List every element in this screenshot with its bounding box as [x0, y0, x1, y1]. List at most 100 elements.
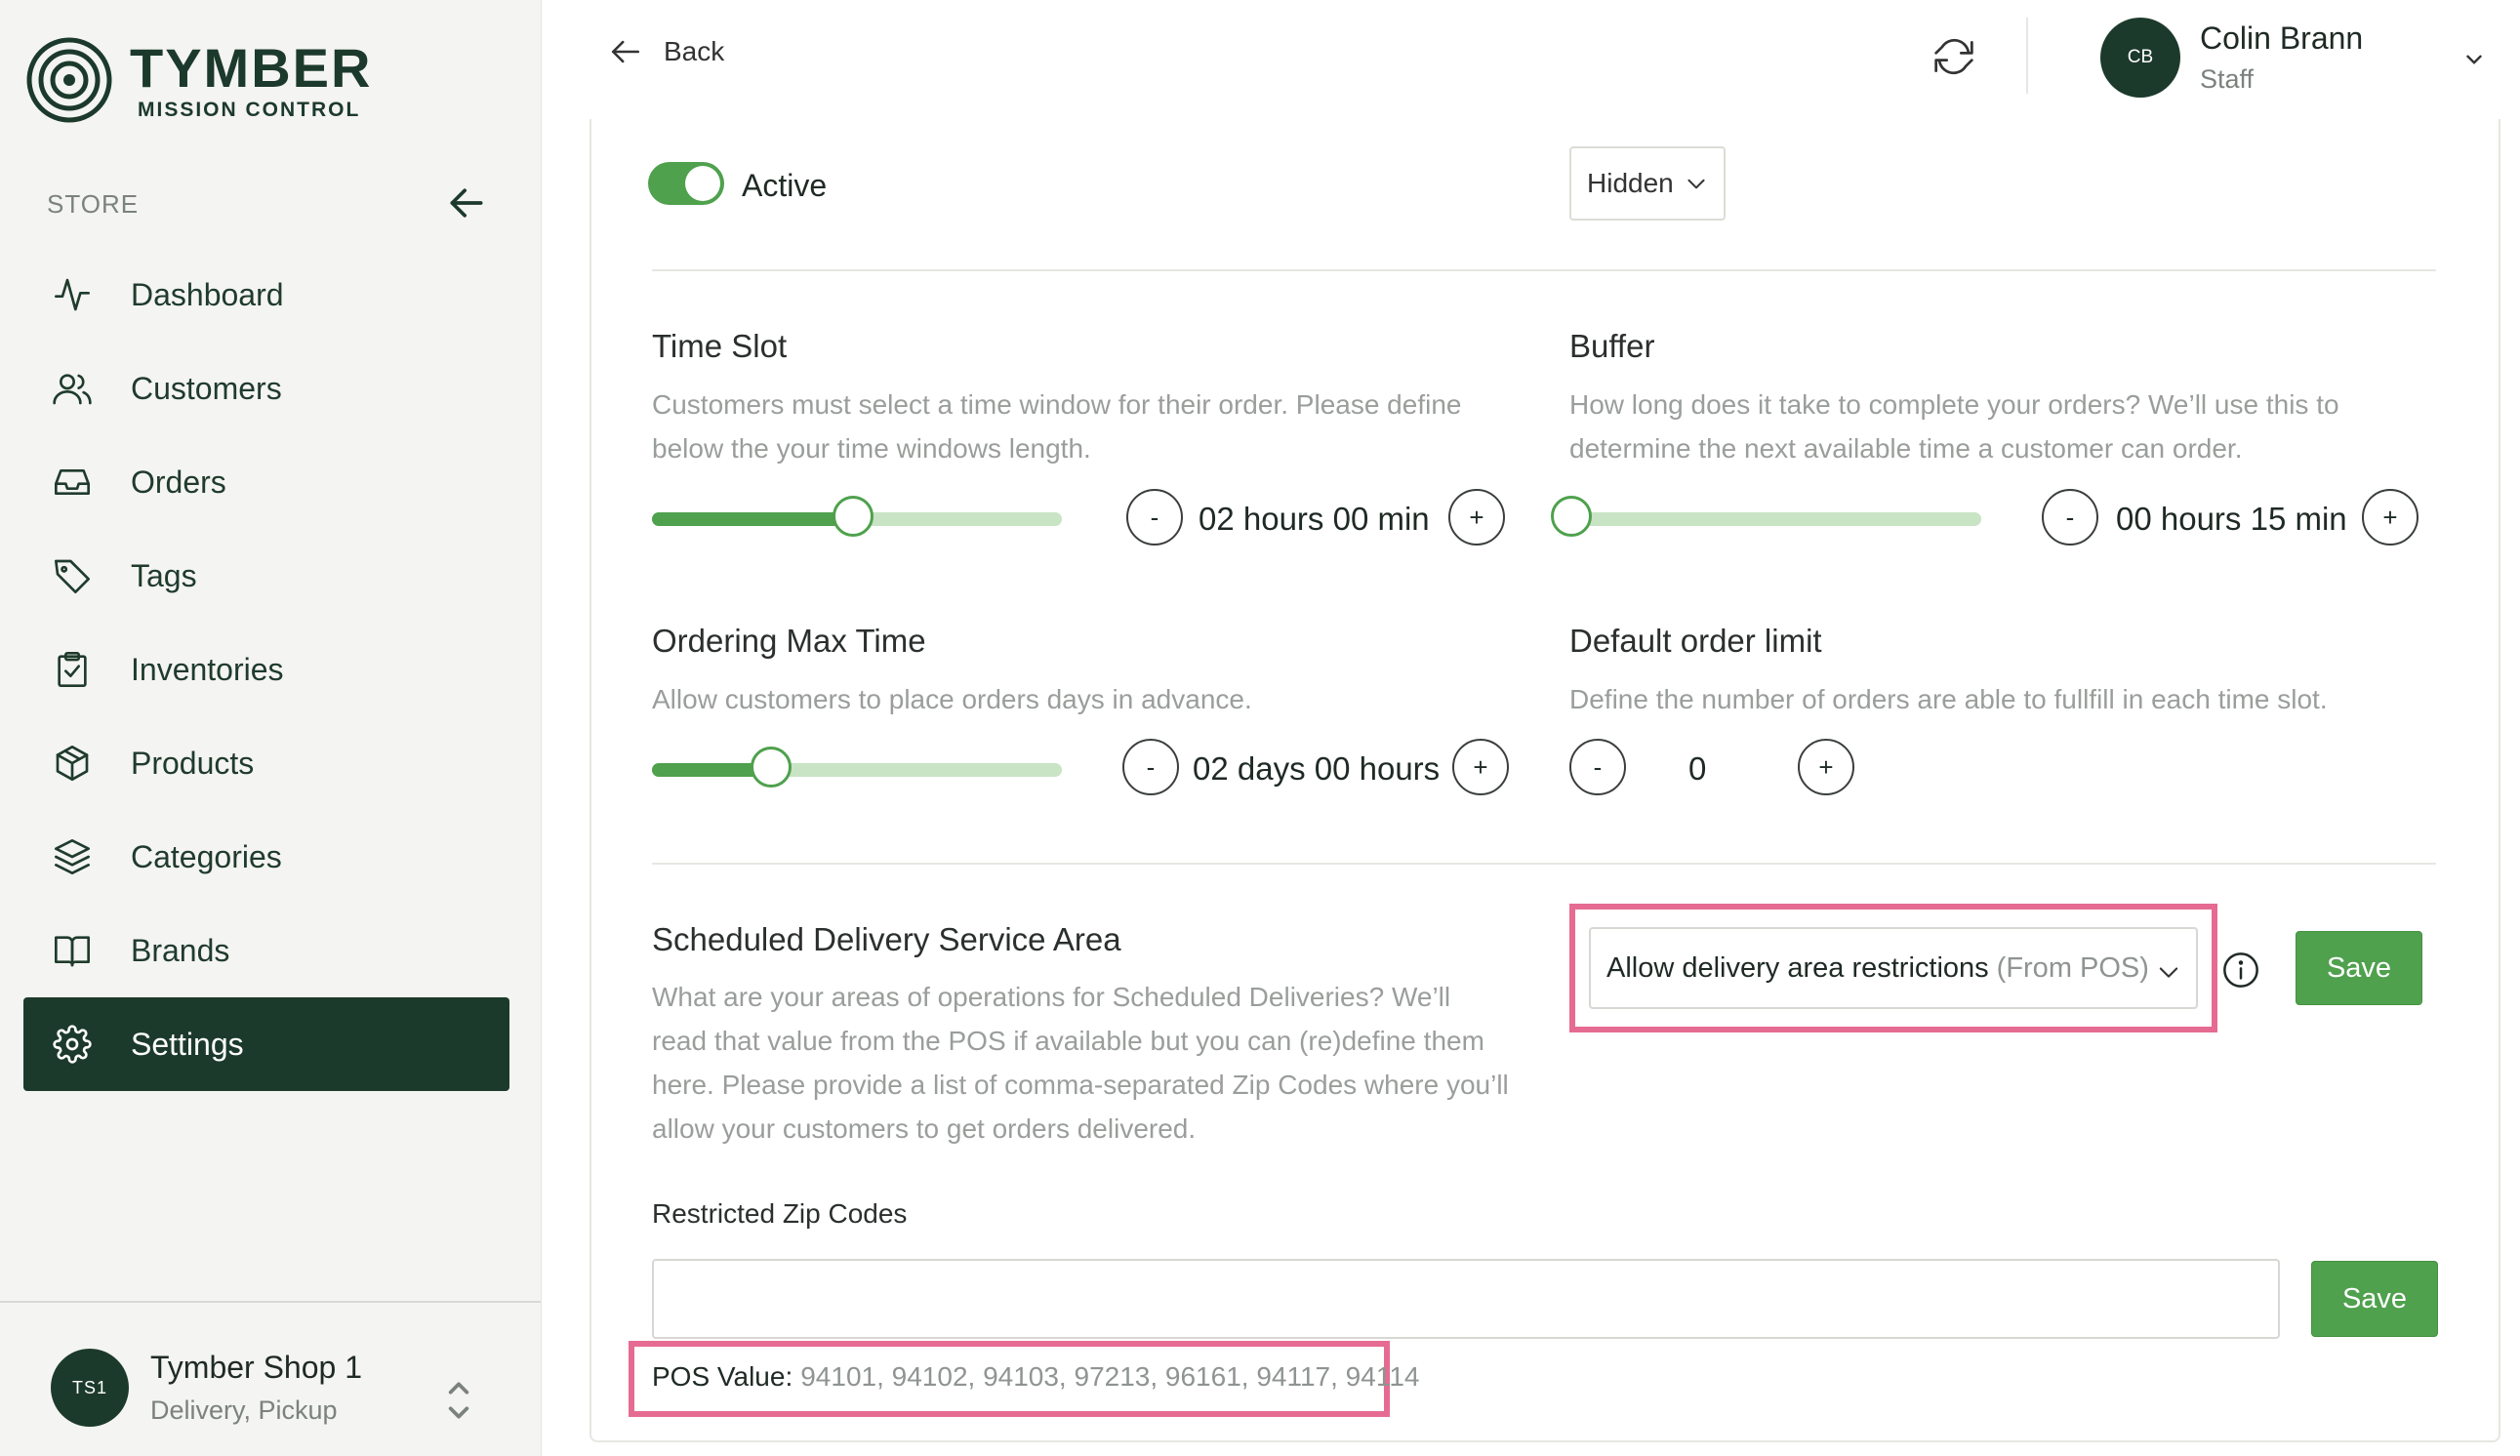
- buffer-slider[interactable]: [1551, 496, 1981, 537]
- ordering-max-time-description: Allow customers to place orders days in …: [652, 684, 1252, 714]
- slider-thumb[interactable]: [1551, 496, 1592, 537]
- time-slot-value: 02 hours 00 min: [1199, 501, 1430, 537]
- sidebar-divider: [0, 1301, 541, 1303]
- shop-name: Tymber Shop 1: [150, 1350, 362, 1385]
- restricted-zip-label: Restricted Zip Codes: [652, 1198, 908, 1229]
- sidebar-item-label: Settings: [131, 1026, 244, 1062]
- sidebar-nav: Dashboard Customers Orders Tags Inventor…: [23, 248, 509, 1091]
- sidebar-item-categories[interactable]: Categories: [23, 810, 509, 904]
- sidebar-item-settings[interactable]: Settings: [23, 997, 509, 1091]
- user-menu[interactable]: CB Colin Brann Staff: [2100, 18, 2363, 98]
- delivery-area-description: What are your areas of operations for Sc…: [652, 982, 1509, 1144]
- buffer-description: How long does it take to complete your o…: [1569, 389, 2339, 464]
- layers-icon: [51, 835, 94, 878]
- brand-name: TYMBER: [130, 36, 373, 99]
- slider-thumb[interactable]: [832, 496, 874, 537]
- clipboard-check-icon: [51, 648, 94, 691]
- shop-subtitle: Delivery, Pickup: [150, 1395, 338, 1425]
- logo[interactable]: TYMBER MISSION CONTROL: [26, 37, 372, 123]
- time-slot-increase-button[interactable]: +: [1448, 489, 1505, 546]
- sidebar-item-customers[interactable]: Customers: [23, 342, 509, 435]
- delivery-select-source: (From POS): [1996, 951, 2149, 984]
- sidebar-section-label: STORE: [47, 189, 140, 219]
- ordering-max-time-decrease-button[interactable]: -: [1122, 739, 1179, 795]
- order-limit-decrease-button[interactable]: -: [1569, 739, 1626, 795]
- tag-icon: [51, 554, 94, 597]
- sidebar-item-label: Tags: [131, 557, 197, 593]
- arrow-left-icon: [445, 182, 488, 224]
- time-slot-slider[interactable]: [652, 496, 1062, 537]
- sidebar-item-label: Dashboard: [131, 276, 284, 312]
- info-icon[interactable]: [2221, 950, 2260, 990]
- sidebar-item-label: Brands: [131, 932, 230, 968]
- refresh-button[interactable]: [1932, 35, 1975, 78]
- shop-avatar: TS1: [51, 1349, 129, 1427]
- order-limit-value[interactable]: 0: [1688, 750, 1706, 788]
- back-label: Back: [664, 36, 725, 66]
- pos-value-row: POS Value: 94101, 94102, 94103, 97213, 96…: [652, 1361, 1419, 1393]
- active-toggle[interactable]: [648, 162, 724, 205]
- book-open-icon: [51, 929, 94, 972]
- buffer-value: 00 hours 15 min: [2116, 501, 2347, 537]
- user-role: Staff: [2200, 64, 2255, 94]
- default-order-limit-description: Define the number of orders are able to …: [1569, 684, 2328, 714]
- order-limit-increase-button[interactable]: +: [1798, 739, 1854, 795]
- shop-switch-button[interactable]: [444, 1376, 473, 1425]
- users-icon: [51, 367, 94, 410]
- ordering-max-time-value: 02 days 00 hours: [1193, 750, 1441, 787]
- visibility-select[interactable]: Hidden: [1569, 146, 1726, 221]
- header-separator: [2026, 18, 2028, 94]
- sidebar-item-label: Inventories: [131, 651, 284, 687]
- brand-subtitle: MISSION CONTROL: [138, 98, 361, 121]
- time-slot-decrease-button[interactable]: -: [1126, 489, 1183, 546]
- slider-thumb[interactable]: [750, 747, 792, 788]
- sidebar-item-orders[interactable]: Orders: [23, 435, 509, 529]
- sidebar-item-label: Products: [131, 745, 255, 781]
- section-divider: [652, 269, 2436, 271]
- refresh-icon: [1932, 35, 1975, 78]
- inbox-icon: [51, 461, 94, 504]
- sidebar-item-brands[interactable]: Brands: [23, 904, 509, 997]
- default-order-limit-title: Default order limit: [1569, 623, 1822, 659]
- delivery-area-restriction-select[interactable]: Allow delivery area restrictions (From P…: [1589, 927, 2198, 1009]
- delivery-select-label: Allow delivery area restrictions: [1606, 951, 1989, 984]
- sidebar-item-products[interactable]: Products: [23, 716, 509, 810]
- sidebar-item-dashboard[interactable]: Dashboard: [23, 248, 509, 342]
- time-slot-description: Customers must select a time window for …: [652, 389, 1462, 464]
- pos-value-label: POS Value:: [652, 1361, 793, 1392]
- delivery-area-save-button[interactable]: Save: [2296, 931, 2422, 1005]
- section-divider: [652, 863, 2436, 865]
- settings-card: [589, 119, 2500, 1442]
- delivery-area-title: Scheduled Delivery Service Area: [652, 921, 1121, 957]
- user-menu-toggle[interactable]: [2461, 47, 2487, 72]
- sidebar-item-label: Orders: [131, 464, 226, 500]
- visibility-select-value: Hidden: [1587, 168, 1674, 198]
- sidebar-item-label: Categories: [131, 838, 282, 874]
- activity-icon: [51, 273, 94, 316]
- sidebar: TYMBER MISSION CONTROL STORE Dashboard C…: [0, 0, 542, 1456]
- restricted-zip-input[interactable]: [652, 1259, 2280, 1339]
- sidebar-item-tags[interactable]: Tags: [23, 529, 509, 623]
- buffer-decrease-button[interactable]: -: [2042, 489, 2098, 546]
- chevron-up-down-icon: [444, 1376, 473, 1425]
- sidebar-item-label: Customers: [131, 370, 282, 406]
- chevron-down-icon: [2155, 958, 2182, 986]
- tymber-logo-icon: [26, 37, 112, 123]
- ordering-max-time-title: Ordering Max Time: [652, 623, 926, 659]
- collapse-sidebar-button[interactable]: [445, 182, 488, 224]
- user-name: Colin Brann: [2200, 20, 2364, 56]
- back-button[interactable]: Back: [609, 35, 724, 68]
- buffer-increase-button[interactable]: +: [2362, 489, 2418, 546]
- chevron-down-icon: [1684, 171, 1709, 196]
- pos-value-zip-codes: 94101, 94102, 94103, 97213, 96161, 94117…: [800, 1361, 1420, 1392]
- ordering-max-time-increase-button[interactable]: +: [1452, 739, 1509, 795]
- shop-switcher[interactable]: TS1 Tymber Shop 1 Delivery, Pickup: [51, 1349, 480, 1427]
- buffer-title: Buffer: [1569, 328, 1655, 364]
- chevron-down-icon: [2461, 47, 2487, 72]
- ordering-max-time-slider[interactable]: [652, 747, 1062, 788]
- box-icon: [51, 742, 94, 785]
- active-label: Active: [742, 168, 828, 203]
- sidebar-item-inventories[interactable]: Inventories: [23, 623, 509, 716]
- avatar: CB: [2100, 18, 2180, 98]
- restricted-zip-save-button[interactable]: Save: [2311, 1261, 2438, 1337]
